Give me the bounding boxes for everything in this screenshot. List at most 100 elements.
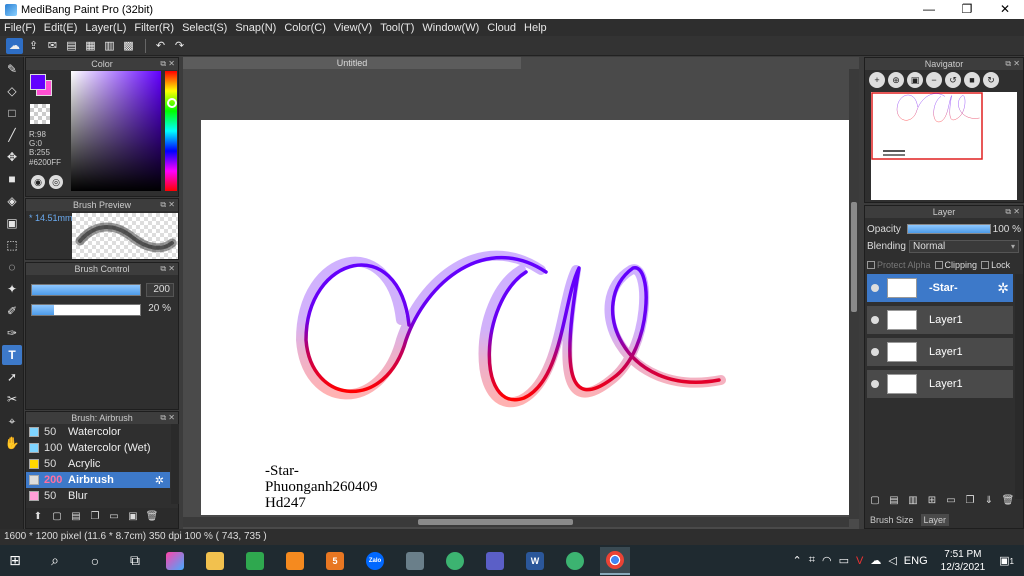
menu-snap[interactable]: Snap(N) (231, 22, 280, 34)
chat-icon[interactable]: ▤ (63, 38, 80, 54)
taskbar-app-orange[interactable] (280, 547, 310, 575)
brush-list-scrollbar[interactable] (171, 424, 179, 504)
notifications-icon[interactable]: ▣1 (999, 554, 1014, 567)
new-brush-icon[interactable]: ▢ (49, 511, 65, 525)
hand-tool-icon[interactable]: ✋ (2, 433, 22, 453)
menu-file[interactable]: File(F) (0, 22, 40, 34)
gear-icon[interactable]: ✲ (155, 474, 164, 487)
brush-opacity-value[interactable]: 20 % (146, 303, 174, 317)
tab-layer[interactable]: Layer (920, 514, 950, 526)
grid-icon[interactable]: ▥ (101, 38, 118, 54)
layer-row[interactable]: Layer1 (867, 306, 1013, 336)
color-history-icon[interactable]: ◎ (49, 175, 63, 189)
eraser-tool-icon[interactable]: ◇ (2, 81, 22, 101)
menu-view[interactable]: View(V) (330, 22, 376, 34)
search-button[interactable]: ⌕ (40, 547, 70, 575)
clipping-checkbox[interactable]: Clipping (934, 260, 977, 270)
transparent-color-swatch[interactable] (30, 104, 50, 124)
navigator-preview[interactable] (871, 92, 1017, 200)
foreground-color-swatch[interactable] (30, 74, 46, 90)
fit-window-icon[interactable]: ▣ (907, 72, 923, 88)
brush-settings-icon[interactable]: ▣ (125, 511, 141, 525)
brush-cloud-icon[interactable]: ⬆ (30, 511, 46, 525)
battery-icon[interactable]: ▭ (839, 554, 849, 567)
undo-icon[interactable]: ↶ (152, 38, 169, 54)
cloud-icon[interactable]: ☁ (870, 554, 881, 567)
taskbar-app-colorful[interactable] (160, 547, 190, 575)
taskbar-app-chrome[interactable] (600, 546, 630, 575)
palette-icon[interactable]: ◉ (31, 175, 45, 189)
duplicate-layer-icon[interactable]: ❐ (962, 495, 978, 509)
antivirus-icon[interactable]: V (856, 555, 863, 567)
brush-item-selected[interactable]: 200 Airbrush ✲ (26, 472, 170, 488)
hue-slider-knob[interactable] (167, 98, 177, 108)
taskbar-app-word[interactable]: W (520, 547, 550, 575)
language-indicator[interactable]: ENG (904, 555, 928, 567)
protect-alpha-checkbox[interactable]: Protect Alpha (867, 260, 931, 270)
eye-icon[interactable] (871, 284, 879, 292)
delete-brush-icon[interactable]: 🗑 (144, 511, 160, 525)
brush-tool-icon[interactable]: ✎ (2, 59, 22, 79)
brush-folder-icon[interactable]: ▭ (106, 511, 122, 525)
zoom-out-icon[interactable]: − (926, 72, 942, 88)
cloud-icon[interactable]: ☁ (6, 37, 23, 54)
new-halftone-layer-icon[interactable]: ▤ (886, 495, 902, 509)
brush-item[interactable]: 50 Watercolor (26, 424, 170, 440)
select-eraser-tool-icon[interactable]: ✑ (2, 323, 22, 343)
menu-cloud[interactable]: Cloud (483, 22, 520, 34)
comment-icon[interactable]: ✉ (44, 38, 61, 54)
move-tool-icon[interactable]: ✥ (2, 147, 22, 167)
line-tool-icon[interactable]: ╱ (2, 125, 22, 145)
panel-close-icon[interactable]: ⧉ ✕ (1005, 58, 1020, 70)
select-pen-tool-icon[interactable]: ✐ (2, 301, 22, 321)
zoom-in-icon[interactable]: + (869, 72, 885, 88)
menu-help[interactable]: Help (520, 22, 551, 34)
taskbar-app-explorer[interactable] (200, 547, 230, 575)
rotate-left-icon[interactable]: ↺ (945, 72, 961, 88)
menu-edit[interactable]: Edit(E) (40, 22, 82, 34)
layer-row-selected[interactable]: -Star- ✲ (867, 274, 1013, 304)
horizontal-scrollbar-thumb[interactable] (418, 519, 573, 525)
maximize-button[interactable]: ❐ (948, 0, 986, 19)
taskbar-app-browser-2[interactable] (560, 547, 590, 575)
fill-rect-tool-icon[interactable]: ■ (2, 169, 22, 189)
add-layer-menu-icon[interactable]: ⊞ (924, 495, 940, 509)
panel-close-icon[interactable]: ⧉ ✕ (160, 58, 175, 70)
eye-icon[interactable] (871, 348, 879, 356)
saturation-value-picker[interactable] (71, 71, 161, 191)
zoom-in-alt-icon[interactable]: ⊕ (888, 72, 904, 88)
new-layer-icon[interactable]: ▢ (867, 495, 883, 509)
taskbar-app-5[interactable]: 5 (320, 547, 350, 575)
operation-tool-icon[interactable]: ➚ (2, 367, 22, 387)
menu-tool[interactable]: Tool(T) (376, 22, 418, 34)
lock-checkbox[interactable]: Lock (981, 260, 1010, 270)
brush-item[interactable]: 50 Acrylic (26, 456, 170, 472)
taskbar-app-zalo[interactable]: Zalo (360, 547, 390, 575)
vertical-scrollbar-thumb[interactable] (851, 202, 857, 312)
gradient-tool-icon[interactable]: ▣ (2, 213, 22, 233)
layer-list-scrollbar[interactable] (1015, 274, 1023, 499)
drawing-canvas[interactable]: -Star- Phuonganh260409 Hd247 (201, 120, 849, 515)
text-tool-icon[interactable]: T (2, 345, 22, 365)
layer-opacity-slider[interactable] (907, 224, 991, 234)
panel-close-icon[interactable]: ⧉ ✕ (160, 412, 175, 424)
new-8bit-layer-icon[interactable]: ▥ (905, 495, 921, 509)
eyedropper-tool-icon[interactable]: ⌖ (2, 411, 22, 431)
brush-size-value[interactable]: 200 (146, 283, 174, 297)
brush-opacity-slider[interactable] (31, 304, 141, 316)
clock[interactable]: 7:51 PM 12/3/2021 (941, 548, 986, 574)
canvas-tab[interactable]: Untitled (183, 57, 521, 69)
magic-wand-tool-icon[interactable]: ✦ (2, 279, 22, 299)
actual-size-icon[interactable]: ■ (964, 72, 980, 88)
brush-item[interactable]: 50 Blur (26, 488, 170, 504)
chevron-up-icon[interactable]: ⌃ (793, 554, 802, 567)
start-button[interactable]: ⊞ (0, 547, 30, 575)
redo-icon[interactable]: ↷ (171, 38, 188, 54)
merge-layer-icon[interactable]: ⇓ (981, 495, 997, 509)
tab-brush-size[interactable]: Brush Size (867, 514, 917, 526)
layout-icon[interactable]: ▩ (120, 38, 137, 54)
layer-folder-icon[interactable]: ▭ (943, 495, 959, 509)
delete-layer-icon[interactable]: 🗑 (1000, 495, 1016, 509)
bucket-tool-icon[interactable]: ◈ (2, 191, 22, 211)
menu-select[interactable]: Select(S) (178, 22, 231, 34)
